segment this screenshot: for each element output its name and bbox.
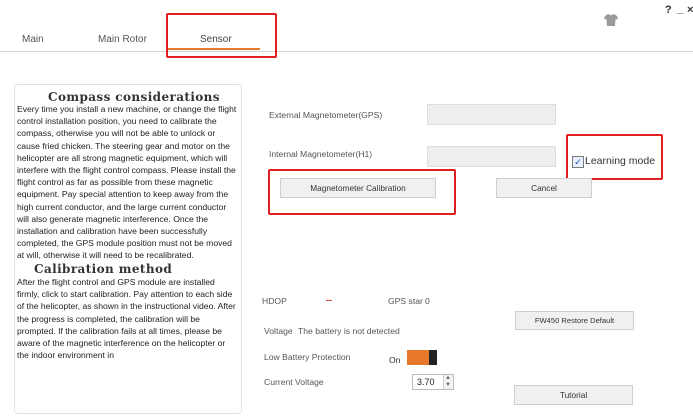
voltage-label: Voltage (264, 326, 293, 336)
help-icon[interactable]: ? (665, 4, 672, 16)
internal-magnetometer-label: Internal Magnetometer(H1) (269, 149, 373, 159)
low-battery-toggle[interactable] (407, 350, 437, 365)
voltage-status: The battery is not detected (298, 326, 400, 336)
stepper-up-icon[interactable]: ▲ (445, 375, 451, 381)
current-voltage-value: 3.70 (417, 377, 435, 387)
restore-default-button[interactable]: FW450 Restore Default (515, 311, 634, 330)
low-battery-toggle-state: On (389, 355, 401, 365)
cancel-button[interactable]: Cancel (496, 178, 592, 198)
highlight-calibration-button (268, 169, 456, 215)
low-battery-protection-label: Low Battery Protection (264, 352, 351, 362)
current-voltage-stepper[interactable]: 3.70 ▲ ▼ (412, 374, 454, 390)
tutorial-button[interactable]: Tutorial (514, 385, 633, 405)
hdop-value: -- (326, 295, 332, 305)
tshirt-icon[interactable] (604, 13, 618, 26)
internal-magnetometer-field (427, 146, 556, 167)
highlight-sensor-tab (166, 13, 277, 58)
compass-title: Compass considerations (48, 90, 220, 104)
gps-star-label: GPS star (388, 296, 423, 306)
external-magnetometer-label: External Magnetometer(GPS) (269, 110, 383, 120)
hdop-label: HDOP (262, 296, 287, 306)
calibration-title: Calibration method (32, 262, 175, 276)
calibration-text: After the flight control and GPS module … (17, 277, 236, 361)
close-icon[interactable]: × (687, 4, 693, 16)
external-magnetometer-field (427, 104, 556, 125)
current-voltage-label: Current Voltage (264, 377, 324, 387)
highlight-learning-mode (566, 134, 663, 180)
stepper-down-icon[interactable]: ▼ (445, 382, 451, 388)
tab-main-rotor[interactable]: Main Rotor (98, 34, 147, 45)
minimize-icon[interactable]: _ (677, 3, 683, 15)
compass-text: Every time you install a new machine, or… (17, 104, 237, 261)
stepper-arrows[interactable]: ▲ ▼ (443, 375, 453, 389)
gps-star-value: 0 (425, 296, 430, 306)
tab-main[interactable]: Main (22, 34, 44, 45)
tab-bar-divider (0, 51, 693, 52)
